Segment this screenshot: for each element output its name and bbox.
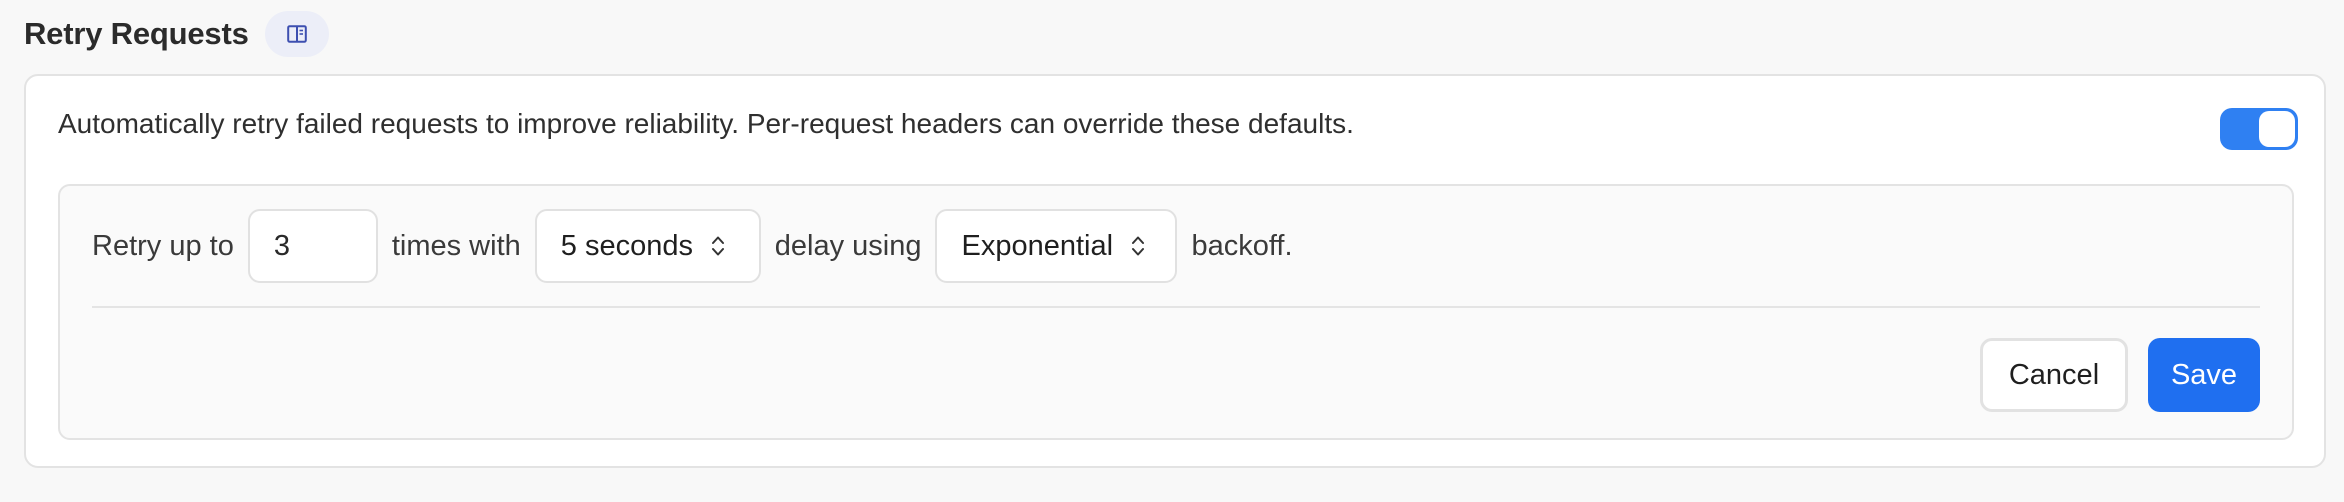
retry-attempts-input[interactable] — [247, 209, 378, 283]
retry-prefix-label: Retry up to — [92, 229, 234, 262]
section-header: Retry Requests — [24, 10, 329, 58]
section-title: Retry Requests — [24, 16, 249, 51]
backoff-suffix-label: backoff. — [1191, 229, 1293, 262]
times-with-label: times with — [391, 229, 521, 262]
delay-select[interactable]: 5 seconds — [534, 209, 761, 283]
cancel-button[interactable]: Cancel — [1980, 338, 2128, 412]
delay-select-value: 5 seconds — [560, 229, 693, 262]
toggle-knob — [2259, 111, 2295, 147]
retry-config-row: Retry up to times with 5 seconds delay u… — [92, 208, 1293, 284]
backoff-strategy-select[interactable]: Exponential — [935, 209, 1178, 283]
book-icon — [286, 25, 307, 43]
documentation-button[interactable] — [264, 11, 329, 57]
chevron-up-down-icon — [711, 234, 725, 258]
retry-config-panel: Retry up to times with 5 seconds delay u… — [58, 184, 2294, 440]
form-actions: Cancel Save — [1980, 338, 2260, 412]
retry-enabled-toggle[interactable] — [2220, 108, 2298, 150]
settings-description: Automatically retry failed requests to i… — [58, 108, 1354, 139]
backoff-select-value: Exponential — [961, 229, 1114, 262]
retry-settings-card: Automatically retry failed requests to i… — [24, 74, 2326, 468]
divider — [92, 306, 2260, 308]
save-button[interactable]: Save — [2148, 338, 2260, 412]
delay-using-label: delay using — [774, 229, 922, 262]
chevron-up-down-icon — [1131, 234, 1145, 258]
